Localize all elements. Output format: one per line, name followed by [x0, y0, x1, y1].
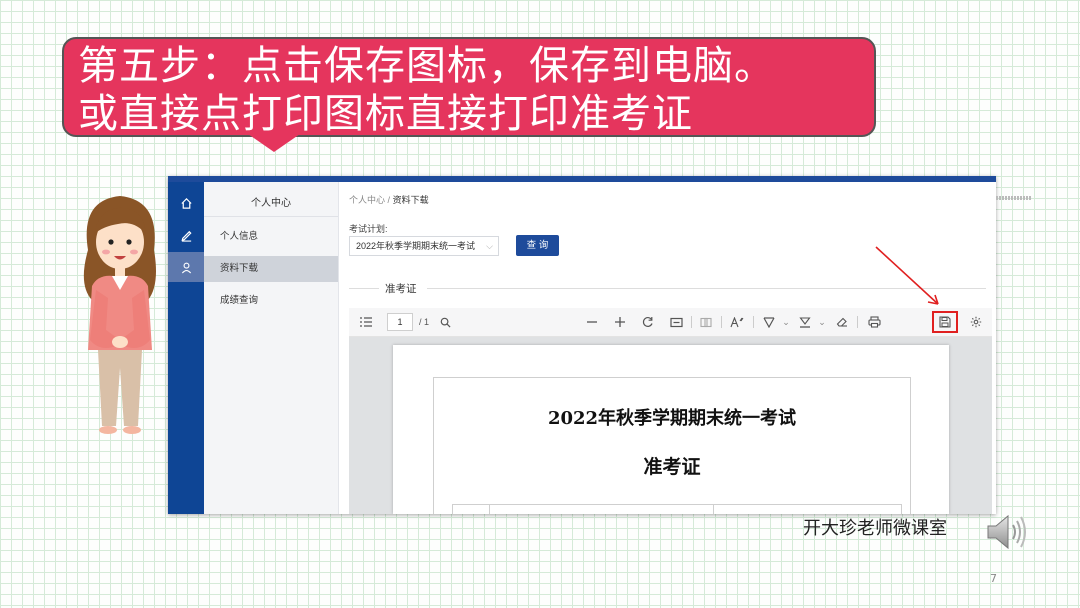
toolbar-separator — [691, 316, 692, 328]
breadcrumb-current: 资料下载 — [392, 195, 429, 205]
teacher-illustration — [83, 196, 156, 434]
admission-ticket-frame: 2022年秋季学期期末统一考试 准考证 — [433, 377, 911, 514]
print-icon — [867, 316, 881, 328]
pdf-page: 2022年秋季学期期末统一考试 准考证 — [393, 345, 949, 514]
eraser-button[interactable] — [831, 308, 853, 336]
exam-plan-select[interactable]: 2022年秋季学期期末统一考试 ⌵ — [349, 236, 499, 256]
menu-item-grades[interactable]: 成绩查询 — [204, 288, 338, 314]
draw-icon — [763, 317, 775, 328]
highlight-button[interactable] — [795, 308, 815, 336]
zoom-out-icon — [587, 321, 597, 323]
instruction-callout: 第五步：点击保存图标，保存到电脑。 或直接点打印图标直接打印准考证 — [62, 37, 876, 137]
side-menu: 个人中心 个人信息 资料下载 成绩查询 — [204, 182, 339, 514]
text-size-button[interactable] — [725, 308, 749, 336]
draw-options-chevron[interactable]: ⌄ — [779, 308, 793, 336]
edit-icon — [180, 230, 192, 242]
menu-divider — [204, 216, 338, 217]
pdf-toolbar: 1 / 1 ⌄ ⌄ — [349, 308, 992, 337]
outline-button[interactable] — [355, 308, 377, 336]
watermark: 开大珍老师微课室 — [803, 518, 947, 539]
zoom-in-icon — [615, 317, 625, 327]
text-size-icon — [730, 316, 744, 327]
rail-user[interactable] — [168, 252, 204, 282]
toolbar-separator — [857, 316, 858, 328]
section-rule-right — [427, 288, 986, 289]
breadcrumb: 个人中心 / 资料下载 — [349, 193, 429, 206]
page-view-icon — [700, 317, 712, 327]
callout-line-1: 第五步：点击保存图标，保存到电脑。 — [78, 43, 775, 89]
menu-item-downloads[interactable]: 资料下载 — [204, 256, 338, 282]
slide-number: 7 — [990, 572, 997, 585]
highlight-options-chevron[interactable]: ⌄ — [815, 308, 829, 336]
breadcrumb-parent[interactable]: 个人中心 — [349, 195, 385, 205]
draw-button[interactable] — [759, 308, 779, 336]
chevron-down-icon: ⌵ — [486, 241, 493, 251]
outline-icon — [360, 317, 372, 327]
settings-button[interactable] — [965, 308, 987, 336]
app-screenshot: 个人中心 个人信息 资料下载 成绩查询 个人中心 / 资料下载 考试计划: 20… — [168, 176, 996, 514]
search-icon — [440, 317, 451, 328]
save-highlight-box — [932, 311, 958, 333]
fit-icon — [669, 317, 683, 327]
settings-icon — [970, 316, 982, 328]
rail-edit[interactable] — [168, 220, 204, 250]
icon-rail — [168, 182, 204, 514]
section-title: 准考证 — [385, 283, 417, 295]
fit-page-button[interactable] — [665, 308, 687, 336]
zoom-in-button[interactable] — [609, 308, 631, 336]
menu-title: 个人中心 — [251, 198, 291, 209]
page-view-button[interactable] — [695, 308, 717, 336]
rotate-button[interactable] — [637, 308, 659, 336]
breadcrumb-separator: / — [387, 195, 391, 205]
callout-tail — [248, 134, 300, 152]
home-icon — [180, 197, 192, 209]
callout-line-2: 或直接点打印图标直接打印准考证 — [78, 91, 693, 137]
rail-home[interactable] — [168, 188, 204, 218]
pdf-title: 2022年秋季学期期末统一考试 — [547, 408, 797, 429]
exam-plan-value: 2022年秋季学期期末统一考试 — [356, 241, 476, 251]
pdf-subtitle: 准考证 — [643, 456, 701, 478]
pdf-viewer[interactable]: 2022年秋季学期期末统一考试 准考证 — [349, 337, 992, 514]
rotate-icon — [642, 316, 653, 327]
print-button[interactable] — [863, 308, 885, 336]
highlight-icon — [799, 317, 811, 328]
page-total: / 1 — [419, 317, 430, 327]
find-button[interactable] — [435, 308, 455, 336]
menu-item-personal-info[interactable]: 个人信息 — [204, 224, 338, 250]
speaker-icon[interactable] — [984, 510, 1028, 554]
section-rule-left — [349, 288, 379, 289]
toolbar-separator — [721, 316, 722, 328]
zoom-out-button[interactable] — [581, 308, 603, 336]
user-icon — [181, 262, 191, 273]
exam-plan-label: 考试计划: — [349, 224, 388, 234]
query-button[interactable]: 查 询 — [516, 235, 559, 256]
page-number-input[interactable]: 1 — [387, 313, 413, 331]
pdf-info-table — [452, 504, 902, 514]
toolbar-separator — [753, 316, 754, 328]
main-content: 个人中心 / 资料下载 考试计划: 2022年秋季学期期末统一考试 ⌵ 查 询 … — [339, 182, 996, 514]
edge-mark — [996, 196, 1032, 200]
eraser-icon — [836, 317, 847, 327]
